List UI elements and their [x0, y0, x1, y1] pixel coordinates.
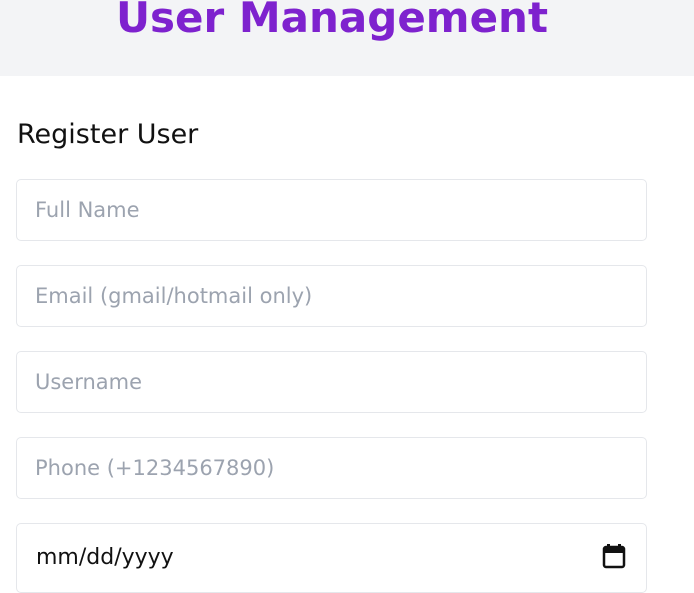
username-input[interactable]	[16, 351, 647, 413]
app-title: User Management	[115, 0, 549, 42]
email-input[interactable]	[16, 265, 647, 327]
full-name-input[interactable]	[16, 179, 647, 241]
form-title: Register User	[17, 119, 199, 150]
calendar-icon[interactable]	[602, 544, 626, 570]
date-placeholder: mm/dd/yyyy	[36, 545, 174, 570]
date-of-birth-input[interactable]: mm/dd/yyyy	[16, 523, 647, 593]
phone-input[interactable]	[16, 437, 647, 499]
page-header: User Management	[0, 0, 694, 76]
